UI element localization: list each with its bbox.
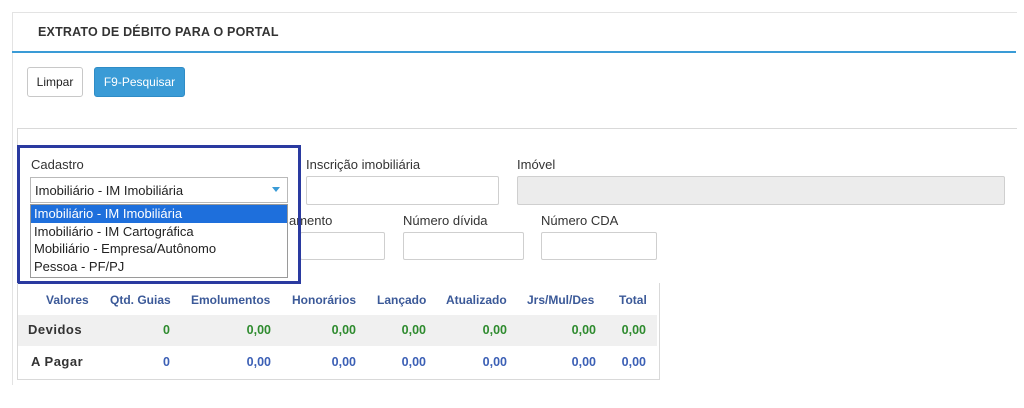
table-header-honorarios: Honorários bbox=[292, 293, 357, 307]
devidos-total: 0,00 bbox=[621, 323, 646, 337]
devidos-qtd-guias: 0 bbox=[163, 323, 170, 337]
table-header-emolumentos: Emolumentos bbox=[191, 293, 271, 307]
apagar-honorarios: 0,00 bbox=[331, 355, 356, 369]
imovel-label: Imóvel bbox=[517, 157, 556, 172]
inscricao-input[interactable] bbox=[306, 176, 499, 205]
table-header-total: Total bbox=[619, 293, 647, 307]
devidos-atualizado: 0,00 bbox=[482, 323, 507, 337]
devidos-emolumentos: 0,00 bbox=[246, 323, 271, 337]
table-header-qtd-guias: Qtd. Guias bbox=[110, 293, 171, 307]
title-divider bbox=[12, 51, 1016, 53]
table-header-jrs-mul-des: Jrs/Mul/Des bbox=[527, 293, 595, 307]
search-button[interactable]: F9-Pesquisar bbox=[94, 67, 185, 97]
imovel-input bbox=[517, 176, 1005, 205]
devidos-honorarios: 0,00 bbox=[331, 323, 356, 337]
apagar-atualizado: 0,00 bbox=[482, 355, 507, 369]
page-title: EXTRATO DE DÉBITO PARA O PORTAL bbox=[38, 25, 279, 39]
inscricao-label: Inscrição imobiliária bbox=[306, 157, 421, 172]
numero-cda-input[interactable] bbox=[541, 232, 657, 260]
apagar-total: 0,00 bbox=[621, 355, 646, 369]
lancamento-input[interactable] bbox=[300, 232, 385, 260]
clear-button[interactable]: Limpar bbox=[27, 67, 83, 97]
row-label-devidos: Devidos bbox=[28, 322, 83, 337]
highlight-frame bbox=[17, 145, 301, 284]
devidos-lancado: 0,00 bbox=[401, 323, 426, 337]
numero-divida-label: Número dívida bbox=[403, 213, 488, 228]
numero-cda-label: Número CDA bbox=[541, 213, 619, 228]
row-label-a-pagar: A Pagar bbox=[31, 354, 84, 369]
apagar-emolumentos: 0,00 bbox=[246, 355, 271, 369]
table-header-lancado: Lançado bbox=[377, 293, 427, 307]
numero-divida-input[interactable] bbox=[403, 232, 524, 260]
apagar-lancado: 0,00 bbox=[401, 355, 426, 369]
table-header-valores: Valores bbox=[46, 293, 89, 307]
apagar-qtd-guias: 0 bbox=[163, 355, 170, 369]
table-header-atualizado: Atualizado bbox=[446, 293, 507, 307]
